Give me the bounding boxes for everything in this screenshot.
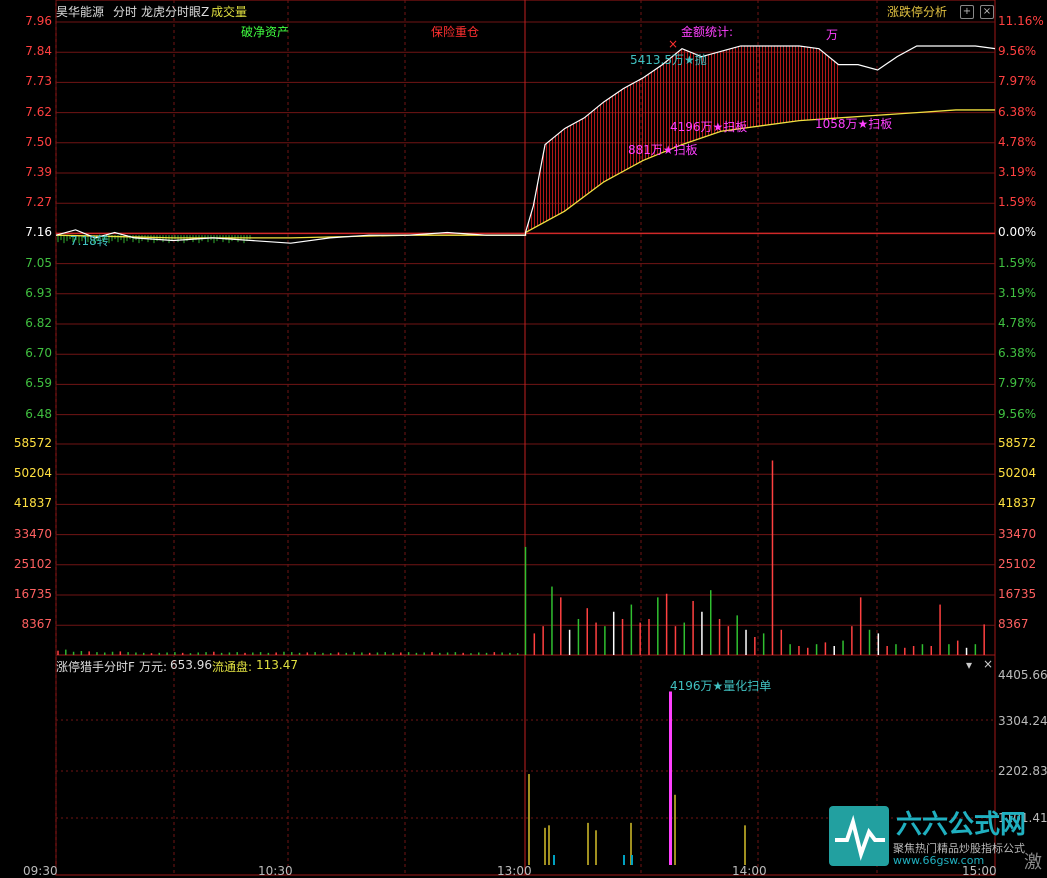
indicator-bar xyxy=(744,825,746,865)
indicator-bar xyxy=(587,822,589,865)
pct-tick-label: 1.59% xyxy=(998,195,1037,210)
indicator-bar xyxy=(595,830,597,865)
pct-tick-label: 11.16% xyxy=(998,14,1044,28)
brand-name: 六六公式网 xyxy=(896,810,1027,840)
brand-logo-icon xyxy=(829,806,889,866)
wan-yuan-value: 653.96 xyxy=(170,658,212,672)
indicator-bar xyxy=(528,774,530,865)
sweep-label-1: 4196万★扫板 xyxy=(670,120,748,134)
price-tick-label: 7.62 xyxy=(25,104,52,119)
footer-text: 激 xyxy=(1024,852,1042,873)
view-mode[interactable]: 分时 xyxy=(113,3,137,20)
quant-sweep-label: 4196万★量化扫单 xyxy=(670,679,772,693)
pct-tick-label: 6.38% xyxy=(998,104,1037,119)
indicator-tick-label: 4405.66 xyxy=(998,668,1047,682)
volume-tick-label: 50204 xyxy=(998,466,1037,481)
price-tick-label: 7.96 xyxy=(25,14,52,28)
close-icon[interactable]: × xyxy=(980,5,994,19)
indicator-bar xyxy=(631,855,633,865)
pct-tick-label: 0.00% xyxy=(998,225,1037,240)
dropdown-icon[interactable]: ▾ xyxy=(966,658,972,672)
sweep-label-3: 1058万★扫板 xyxy=(815,117,893,131)
wan-yuan-label: 万元: xyxy=(139,660,168,674)
insurance-label: 保险重仓 xyxy=(431,25,480,39)
indicator-bar xyxy=(548,825,550,865)
pct-tick-label: 7.97% xyxy=(998,376,1037,391)
volume-tick-label: 58572 xyxy=(998,436,1037,450)
indicator-bars xyxy=(528,691,746,865)
price-tick-label: 6.82 xyxy=(25,316,52,330)
indicator-name[interactable]: 龙虎分时眼Z xyxy=(141,3,209,20)
time-label-1030: 10:30 xyxy=(258,864,293,878)
brand-url: www.66gsw.com xyxy=(893,854,985,867)
time-label-0930: 09:30 xyxy=(23,864,58,878)
indicator-tick-label: 2202.83 xyxy=(998,764,1047,778)
volume-tick-label: 33470 xyxy=(998,526,1037,541)
pct-tick-label: 4.78% xyxy=(998,134,1037,149)
stock-name: 昊华能源 xyxy=(56,5,105,19)
price-tick-label: 6.48 xyxy=(25,406,52,421)
indicator-bar xyxy=(674,794,676,865)
volume-tick-label: 41837 xyxy=(998,496,1037,511)
indicator-tick-label: 3304.24 xyxy=(998,714,1047,728)
limit-analysis-button[interactable]: 涨跌停分析 xyxy=(887,3,947,20)
price-tick-label: 7.50 xyxy=(25,134,52,149)
indicator-bar xyxy=(623,855,625,865)
volume-tick-label: 8367 xyxy=(21,617,52,632)
pct-tick-label: 7.97% xyxy=(998,74,1037,89)
indicator-bar xyxy=(544,827,546,865)
buy-signal-label: 7.18转 xyxy=(70,234,109,248)
sell-marker: × xyxy=(668,37,678,51)
volume-tick-label: 8367 xyxy=(998,617,1029,632)
pct-tick-label: 3.19% xyxy=(998,285,1037,300)
price-tick-label: 7.27 xyxy=(25,195,52,210)
price-tick-label: 7.05 xyxy=(25,255,52,270)
pct-tick-label: 9.56% xyxy=(998,44,1037,59)
volume-bars xyxy=(57,460,985,655)
indicator-bar xyxy=(669,691,672,865)
float-label: 流通盘: xyxy=(212,660,253,674)
price-tick-label: 7.73 xyxy=(25,74,52,89)
time-label-1400: 14:00 xyxy=(732,864,767,878)
pct-tick-label: 3.19% xyxy=(998,165,1037,179)
amount-stats-label: 金额统计: xyxy=(681,25,734,39)
volume-tick-label: 25102 xyxy=(13,556,52,571)
volume-tick-label: 58572 xyxy=(13,436,52,450)
pct-tick-label: 4.78% xyxy=(998,316,1037,330)
indicator-close-icon[interactable]: × xyxy=(983,657,993,671)
float-value: 113.47 xyxy=(256,658,298,672)
price-tick-label: 6.59 xyxy=(25,376,52,391)
price-tick-label: 7.84 xyxy=(25,44,52,59)
sell-signal-label: 5413.5万★抛 xyxy=(630,53,707,67)
pct-tick-label: 1.59% xyxy=(998,255,1037,270)
volume-tick-label: 25102 xyxy=(998,556,1037,571)
volume-tick-label: 16735 xyxy=(13,587,52,601)
pct-tick-label: 9.56% xyxy=(998,406,1037,421)
volume-tick-label: 16735 xyxy=(998,587,1037,601)
price-tick-label: 6.93 xyxy=(25,285,52,300)
volume-tick-label: 33470 xyxy=(13,526,52,541)
price-tick-label: 7.39 xyxy=(25,165,52,179)
net-asset-label: 破净资产 xyxy=(241,25,290,39)
indicator-bar xyxy=(553,855,555,865)
sweep-label-2: 881万★扫板 xyxy=(628,143,698,157)
volume-tick-label: 50204 xyxy=(13,466,52,481)
price-tick-label: 7.16 xyxy=(25,225,52,240)
add-icon[interactable]: + xyxy=(960,5,974,19)
indicator-title[interactable]: 涨停猎手分时F xyxy=(56,658,135,675)
price-tick-label: 6.70 xyxy=(25,346,52,361)
volume-tick-label: 41837 xyxy=(13,496,52,511)
wan-label: 万 xyxy=(826,28,839,42)
time-label-1300: 13:00 xyxy=(497,864,532,878)
volume-label: 成交量 xyxy=(211,5,248,19)
pct-tick-label: 6.38% xyxy=(998,346,1037,361)
